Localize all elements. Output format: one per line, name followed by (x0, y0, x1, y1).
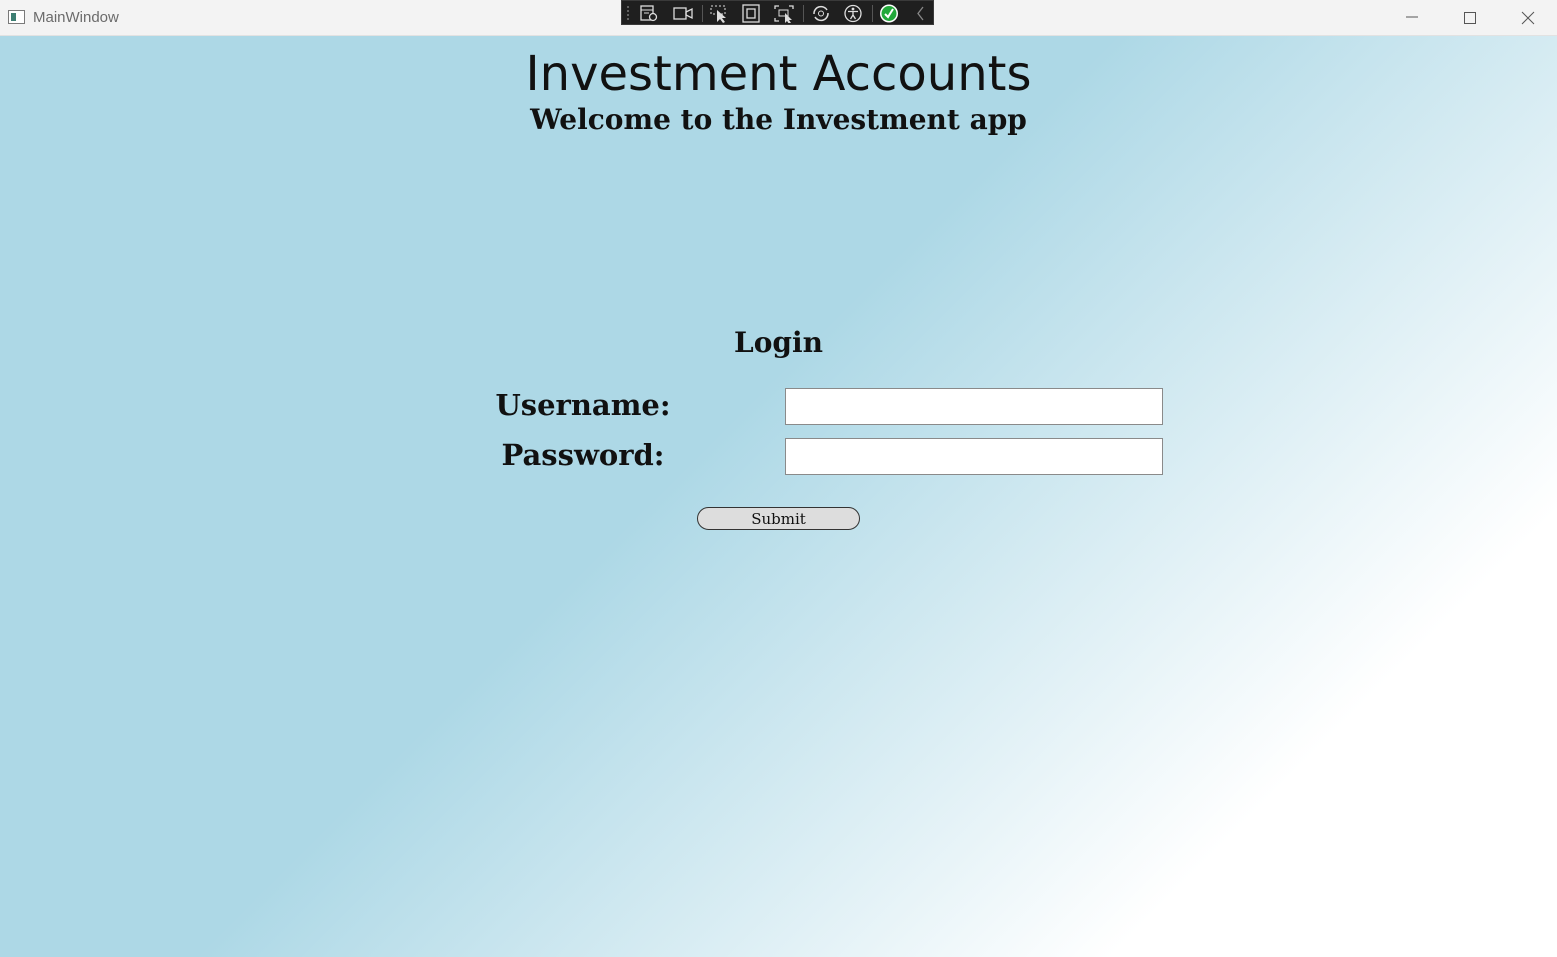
select-element-icon[interactable] (708, 3, 730, 24)
collapse-toolbar-icon[interactable] (910, 3, 932, 24)
close-button[interactable] (1499, 0, 1557, 36)
maximize-button[interactable] (1441, 0, 1499, 36)
main-content: Investment Accounts Welcome to the Inves… (0, 36, 1557, 957)
username-label: Username: (495, 388, 671, 422)
close-icon (1521, 11, 1535, 25)
login-heading: Login (734, 326, 823, 359)
hot-reload-icon[interactable] (809, 3, 831, 24)
accessibility-icon[interactable] (842, 3, 864, 24)
submit-button[interactable]: Submit (697, 507, 860, 530)
track-focused-element-icon[interactable] (772, 3, 794, 24)
username-input[interactable] (785, 388, 1163, 425)
password-label: Password: (501, 438, 665, 472)
display-layout-adorners-icon[interactable] (740, 3, 762, 24)
xaml-debug-toolbar (621, 0, 934, 25)
page-title: Investment Accounts (525, 46, 1032, 102)
app-window-icon (8, 10, 25, 24)
title-bar: MainWindow (0, 0, 1557, 36)
password-input[interactable] (785, 438, 1163, 475)
page-subtitle: Welcome to the Investment app (530, 103, 1027, 136)
minimize-icon (1406, 16, 1418, 18)
binding-check-icon[interactable] (878, 3, 900, 24)
toolbar-grip-icon[interactable] (626, 5, 630, 22)
minimize-button[interactable] (1383, 0, 1441, 36)
live-visual-tree-icon[interactable] (638, 3, 660, 24)
window-title: MainWindow (33, 9, 119, 26)
record-icon[interactable] (671, 3, 693, 24)
maximize-icon (1464, 12, 1476, 24)
